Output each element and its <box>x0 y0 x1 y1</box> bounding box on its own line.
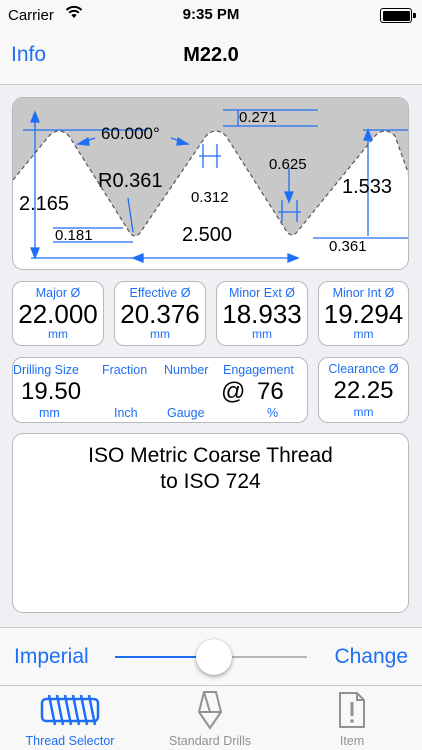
clearance-card[interactable]: Clearance Ø 22.25 mm <box>318 357 409 423</box>
engagement-label: Engagement <box>223 363 294 377</box>
left-offset-label: 0.181 <box>55 227 93 244</box>
status-time: 9:35 PM <box>182 6 240 23</box>
navigation-bar: Info M22.0 <box>0 30 422 85</box>
major-diameter-label: Major Ø <box>35 286 81 300</box>
engagement-value: 76 <box>257 378 284 405</box>
major-diameter-value: 22.000 <box>18 299 98 329</box>
minor-ext-diameter-card[interactable]: Minor Ext Ø 18.933 mm <box>216 281 308 346</box>
minor-int-diameter-label: Minor Int Ø <box>332 286 395 300</box>
pitch-label: 2.500 <box>182 224 233 246</box>
root-flat-label: 0.625 <box>269 156 307 173</box>
change-button[interactable]: Change <box>334 645 408 669</box>
drill-icon <box>195 690 225 735</box>
clearance-value: 22.25 <box>333 377 394 404</box>
page-title: M22.0 <box>183 44 239 66</box>
thread-icon <box>39 690 101 735</box>
thread-height-label: 2.165 <box>19 193 70 215</box>
tab-standard-drills-label: Standard Drills <box>169 734 251 748</box>
effective-diameter-card[interactable]: Effective Ø 20.376 mm <box>114 281 206 346</box>
battery-icon <box>380 8 416 23</box>
minor-int-diameter-unit: mm <box>353 327 374 341</box>
engagement-at: @ <box>221 378 246 405</box>
minor-ext-diameter-value: 18.933 <box>222 299 302 329</box>
effective-diameter-value: 20.376 <box>120 299 200 329</box>
fraction-label: Fraction <box>102 363 148 377</box>
tab-item[interactable]: Item <box>282 686 422 750</box>
tab-item-label: Item <box>339 734 365 748</box>
clearance-label: Clearance Ø <box>328 362 399 376</box>
fraction-unit: Inch <box>114 406 138 420</box>
description-line-2: to ISO 724 <box>160 470 261 493</box>
minor-ext-diameter-unit: mm <box>252 327 272 341</box>
major-diameter-card[interactable]: Major Ø 22.000 mm <box>12 281 104 346</box>
clearance-unit: mm <box>353 405 374 419</box>
minor-int-diameter-card[interactable]: Minor Int Ø 19.294 mm <box>318 281 409 346</box>
tab-thread-selector-label: Thread Selector <box>25 734 115 748</box>
effective-diameter-label: Effective Ø <box>129 286 191 300</box>
engagement-unit: % <box>267 406 279 420</box>
right-offset-label: 0.361 <box>329 238 367 255</box>
drilling-size-unit: mm <box>39 406 60 420</box>
drilling-card[interactable]: Drilling Size 19.50 mm Fraction Inch Num… <box>12 357 308 423</box>
item-document-icon <box>337 690 367 735</box>
major-diameter-unit: mm <box>48 327 68 341</box>
thread-description-box: ISO Metric Coarse Thread to ISO 724 <box>12 433 409 613</box>
thread-angle-label: 60.000° <box>101 124 160 143</box>
thread-depth-label: 1.533 <box>342 176 393 198</box>
tab-standard-drills[interactable]: Standard Drills <box>140 686 280 750</box>
imperial-button[interactable]: Imperial <box>14 645 89 669</box>
unit-controls: Imperial Change <box>0 627 422 685</box>
number-label: Number <box>164 363 209 377</box>
slider-thumb[interactable] <box>196 639 232 675</box>
minor-ext-diameter-label: Minor Ext Ø <box>229 286 295 300</box>
root-radius-label: R0.361 <box>98 170 163 192</box>
tab-bar: Thread Selector Standard Drills Item <box>0 685 422 750</box>
status-bar: Carrier 9:35 PM <box>0 0 422 30</box>
thread-diagram: 60.000° 0.271 2.165 R0.361 0.312 0.625 1… <box>12 97 409 270</box>
minor-int-diameter-value: 19.294 <box>323 299 404 329</box>
crest-flat-label: 0.312 <box>191 189 229 206</box>
drilling-size-value: 19.50 <box>21 378 82 405</box>
effective-diameter-unit: mm <box>150 327 170 341</box>
number-unit: Gauge <box>167 406 205 420</box>
tab-thread-selector[interactable]: Thread Selector <box>0 686 140 750</box>
description-line-1: ISO Metric Coarse Thread <box>88 444 333 467</box>
pitch-top-label: 0.271 <box>239 109 277 126</box>
drilling-size-label: Drilling Size <box>13 363 79 377</box>
